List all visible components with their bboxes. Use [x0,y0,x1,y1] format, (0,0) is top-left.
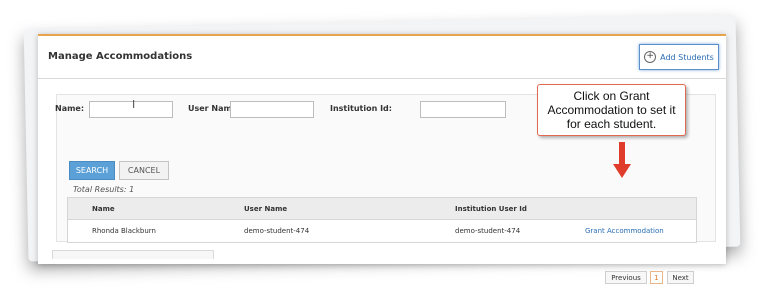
callout-text: Click on Grant Accommodation to set it f… [547,89,676,131]
add-students-button[interactable]: + Add Students [639,44,719,70]
panel-header: Manage Accommodations + Add Students [38,36,726,79]
next-page-button[interactable]: Next [667,271,694,284]
total-results: Total Results: 1 [73,185,135,194]
cell-user-name: demo-student-474 [244,227,310,235]
column-header-institution-user-id: Institution User Id [455,205,527,213]
plus-circle-icon: + [644,51,657,63]
table-header: Name User Name Institution User Id [68,198,696,220]
name-label: Name: [55,104,85,113]
name-field[interactable]: I [89,98,173,118]
add-students-label: Add Students [660,52,714,62]
column-header-name: Name [92,205,115,213]
page-title: Manage Accommodations [48,51,193,62]
previous-page-button[interactable]: Previous [605,271,647,284]
column-header-user-name: User Name [244,205,288,213]
cancel-button[interactable]: CANCEL [119,161,169,180]
bottom-panel-edge [52,250,214,259]
arrow-down-icon [613,142,631,178]
current-page[interactable]: 1 [650,271,663,284]
text-cursor-icon: I [132,98,136,111]
instruction-callout: Click on Grant Accommodation to set it f… [537,84,686,136]
institution-id-label: Institution Id: [330,104,392,113]
search-button[interactable]: SEARCH [69,161,115,180]
results-table: Name User Name Institution User Id Rhond… [67,197,697,243]
institution-id-field[interactable] [420,101,506,118]
cell-institution-user-id: demo-student-474 [455,227,521,235]
grant-accommodation-link[interactable]: Grant Accommodation [585,227,664,235]
user-name-field[interactable] [230,101,314,118]
cell-name: Rhonda Blackburn [92,227,156,235]
